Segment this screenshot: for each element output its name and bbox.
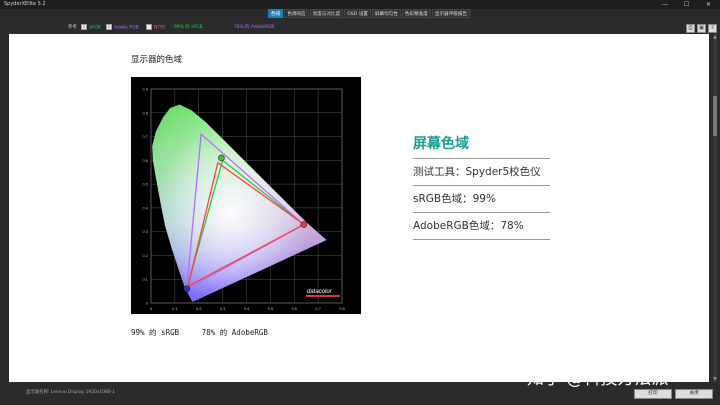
ntsc-label: NTSC xyxy=(154,25,166,31)
minimize-icon[interactable]: — xyxy=(662,0,668,9)
print-button[interactable]: 打印 xyxy=(634,389,672,399)
y-tick-label: 0.5 xyxy=(142,182,148,187)
y-tick-label: 0 xyxy=(146,301,149,306)
y-tick-label: 0.6 xyxy=(142,158,148,163)
y-tick-label: 0.4 xyxy=(142,205,148,210)
brand-underline xyxy=(306,295,340,297)
x-tick-label: 0 xyxy=(150,306,153,311)
summary-heading: 屏幕色域 xyxy=(413,133,550,159)
close-button[interactable]: 关闭 xyxy=(675,389,713,399)
x-tick-label: 0.5 xyxy=(268,306,274,311)
tab-brightness-contrast[interactable]: 亮度与对比度 xyxy=(309,9,344,18)
scroll-thumb[interactable] xyxy=(713,96,717,136)
export-icon[interactable]: ⇪ xyxy=(708,24,717,33)
tab-rating-report[interactable]: 显示器评级报告 xyxy=(431,9,471,18)
maximize-icon[interactable]: ☐ xyxy=(684,0,689,9)
tab-gamut[interactable]: 色域 xyxy=(268,9,284,18)
close-icon[interactable]: ✕ xyxy=(706,0,711,9)
srgb-label: sRGB xyxy=(89,25,101,31)
y-tick-label: 0.8 xyxy=(142,110,148,115)
srgb-percent: 99% 的 sRGB xyxy=(174,25,203,30)
x-tick-label: 0.6 xyxy=(291,306,297,311)
toolbar-icons: ⎙ ▣ ⇪ xyxy=(686,24,717,33)
scroll-up-icon[interactable]: ▲ xyxy=(713,34,717,40)
y-tick-label: 0.9 xyxy=(142,87,148,92)
summary-srgb: sRGB色域：99% xyxy=(413,186,550,213)
tab-uniformity[interactable]: 屏幕均匀性 xyxy=(371,9,401,18)
primary-point xyxy=(300,221,308,228)
vertical-scrollbar[interactable]: ▲ ▼ xyxy=(713,34,717,382)
save-icon[interactable]: ▣ xyxy=(697,24,706,33)
adobe-toggle[interactable]: Adobe RGB xyxy=(106,24,139,33)
tab-osd-settings[interactable]: OSD 设置 xyxy=(344,9,371,18)
y-tick-label: 0.3 xyxy=(142,229,148,234)
spectral-locus-white-shade xyxy=(152,104,327,302)
tab-color-accuracy[interactable]: 色彩精准度 xyxy=(401,9,431,18)
print-icon[interactable]: ⎙ xyxy=(686,24,695,33)
summary-tool: 测试工具：Spyder5校色仪 xyxy=(413,159,550,186)
y-tick-label: 0.2 xyxy=(142,253,148,258)
x-tick-label: 0.1 xyxy=(172,306,178,311)
title-bar: SpyderXElite 5.2 — ☐ ✕ xyxy=(0,0,720,9)
srgb-checkbox[interactable] xyxy=(81,24,87,30)
report-panel: 显示器的色域 0 0.1 0.2 0.3 0.4 0.5 0.6 0.7 0.8… xyxy=(9,34,709,382)
scroll-down-icon[interactable]: ▼ xyxy=(713,376,717,382)
x-tick-label: 0.2 xyxy=(196,306,202,311)
primary-point xyxy=(183,285,191,293)
display-name: 显示器名称: Lenovo Display 1920x1080-1 xyxy=(26,390,115,395)
x-tick-label: 0.8 xyxy=(339,306,345,311)
tab-bar: 色域 色调响应 亮度与对比度 OSD 设置 屏幕均匀性 色彩精准度 显示器评级报… xyxy=(268,9,471,18)
x-tick-label: 0.3 xyxy=(220,306,226,311)
ntsc-toggle[interactable]: NTSC xyxy=(146,24,166,33)
adobe-percent: 78% 的 AdobeRGB xyxy=(234,25,275,30)
y-tick-label: 0.7 xyxy=(142,134,148,139)
app-title: SpyderXElite 5.2 xyxy=(4,1,46,7)
x-tick-label: 0.7 xyxy=(315,306,321,311)
watermark: 知乎 @科技方法派 xyxy=(527,369,669,389)
y-tick-label: 0.1 xyxy=(142,277,148,282)
x-tick-label: 0.4 xyxy=(244,306,250,311)
adobe-label: Adobe RGB xyxy=(114,25,139,31)
section-title: 显示器的色域 xyxy=(131,55,183,65)
reference-label: 参考 xyxy=(68,25,77,30)
primary-point xyxy=(218,154,225,162)
brand-label: datacolor xyxy=(307,289,333,295)
cie-chart: 0 0.1 0.2 0.3 0.4 0.5 0.6 0.7 0.8 0 0.1 0.2 0.3 0.4 0.… xyxy=(131,77,361,314)
cie-chart-svg: 0 0.1 0.2 0.3 0.4 0.5 0.6 0.7 0.8 0 0.1 0.2 0.3 0.4 0.… xyxy=(142,87,345,312)
tab-tone-response[interactable]: 色调响应 xyxy=(284,9,309,18)
gamut-summary: 屏幕色域 测试工具：Spyder5校色仪 sRGB色域：99% AdobeRGB… xyxy=(413,133,550,240)
srgb-toggle[interactable]: sRGB xyxy=(81,24,101,33)
ntsc-checkbox[interactable] xyxy=(146,24,152,30)
adobe-checkbox[interactable] xyxy=(106,24,112,30)
gamut-caption: 99% 的 sRGB 78% 的 AdobeRGB xyxy=(131,328,268,337)
summary-adobe: AdobeRGB色域：78% xyxy=(413,213,550,240)
